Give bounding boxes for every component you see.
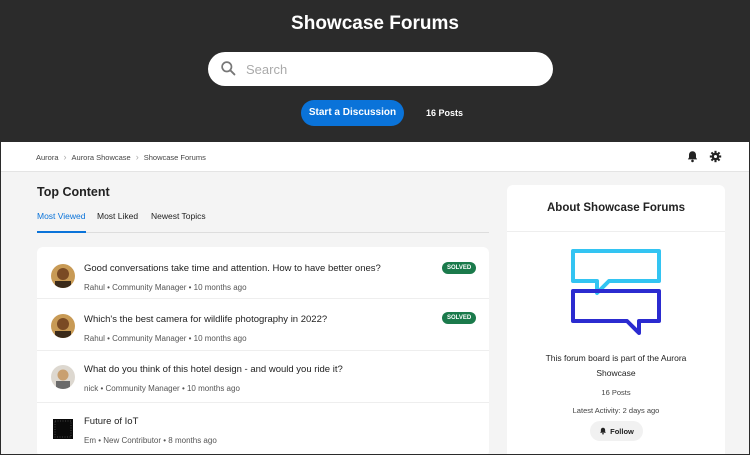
follow-label: Follow	[610, 426, 634, 436]
solved-badge: SOLVED	[442, 262, 477, 274]
breadcrumb-item-aurora[interactable]: Aurora	[36, 153, 59, 162]
follow-button[interactable]: Follow	[590, 421, 643, 441]
post-count: 16 Posts	[426, 108, 464, 118]
avatar	[51, 365, 75, 389]
post-title[interactable]: Future of IoT	[84, 416, 138, 427]
page-title: Showcase Forums	[291, 13, 459, 34]
breadcrumb-item-aurora-showcase[interactable]: Aurora Showcase	[72, 153, 131, 162]
list-item[interactable]: Which's the best camera for wildlife pho…	[37, 299, 489, 351]
list-item[interactable]: What do you think of this hotel design -…	[37, 351, 489, 403]
search-bar[interactable]	[208, 52, 553, 86]
chevron-right-icon: ›	[63, 152, 67, 162]
post-title[interactable]: Which's the best camera for wildlife pho…	[84, 314, 327, 325]
latest-activity: Latest Activity: 2 days ago	[572, 406, 660, 415]
search-icon	[221, 61, 236, 76]
gear-icon[interactable]	[709, 150, 722, 163]
post-title[interactable]: What do you think of this hotel design -…	[84, 364, 343, 375]
avatar	[53, 419, 73, 439]
avatar	[51, 264, 75, 288]
about-description: This forum board is part of the Aurora S…	[545, 353, 687, 378]
post-title[interactable]: Good conversations take time and attenti…	[84, 263, 381, 274]
bell-icon	[600, 427, 606, 435]
list-item[interactable]: Good conversations take time and attenti…	[37, 247, 489, 299]
search-input[interactable]	[246, 52, 536, 86]
start-discussion-button[interactable]: Start a Discussion	[301, 100, 404, 126]
content-tabs: Most Viewed Most Liked Newest Topics	[37, 211, 489, 233]
tab-newest-topics[interactable]: Newest Topics	[151, 211, 206, 233]
divider	[507, 231, 725, 232]
post-meta: Rahul • Community Manager • 10 months ag…	[84, 334, 247, 343]
avatar	[51, 314, 75, 338]
bell-icon[interactable]	[686, 150, 699, 163]
breadcrumb-item-showcase-forums: Showcase Forums	[143, 152, 206, 162]
chevron-right-icon: ›	[135, 152, 139, 162]
forum-header: Showcase Forums Start a Discussion 16 Po…	[0, 0, 750, 142]
about-panel: About Showcase Forums This forum board i…	[507, 185, 725, 455]
chat-bubbles-icon	[571, 249, 661, 335]
about-title: About Showcase Forums	[546, 202, 686, 214]
about-post-count: 16 Posts	[601, 388, 631, 397]
post-meta: nick • Community Manager • 10 months ago	[84, 384, 240, 393]
post-list: Good conversations take time and attenti…	[37, 247, 489, 455]
post-meta: Rahul • Community Manager • 10 months ag…	[84, 283, 247, 292]
post-meta: Em • New Contributor • 8 months ago	[84, 436, 217, 445]
top-content-heading: Top Content	[37, 185, 110, 199]
solved-badge: SOLVED	[442, 312, 477, 324]
breadcrumb-bar: Aurora › Aurora Showcase › Showcase Foru…	[0, 142, 750, 172]
tab-most-liked[interactable]: Most Liked	[97, 211, 138, 233]
breadcrumb: Aurora › Aurora Showcase › Showcase Foru…	[36, 142, 206, 172]
tab-most-viewed[interactable]: Most Viewed	[37, 211, 86, 233]
list-item[interactable]: Future of IoT Em • New Contributor • 8 m…	[37, 403, 489, 455]
